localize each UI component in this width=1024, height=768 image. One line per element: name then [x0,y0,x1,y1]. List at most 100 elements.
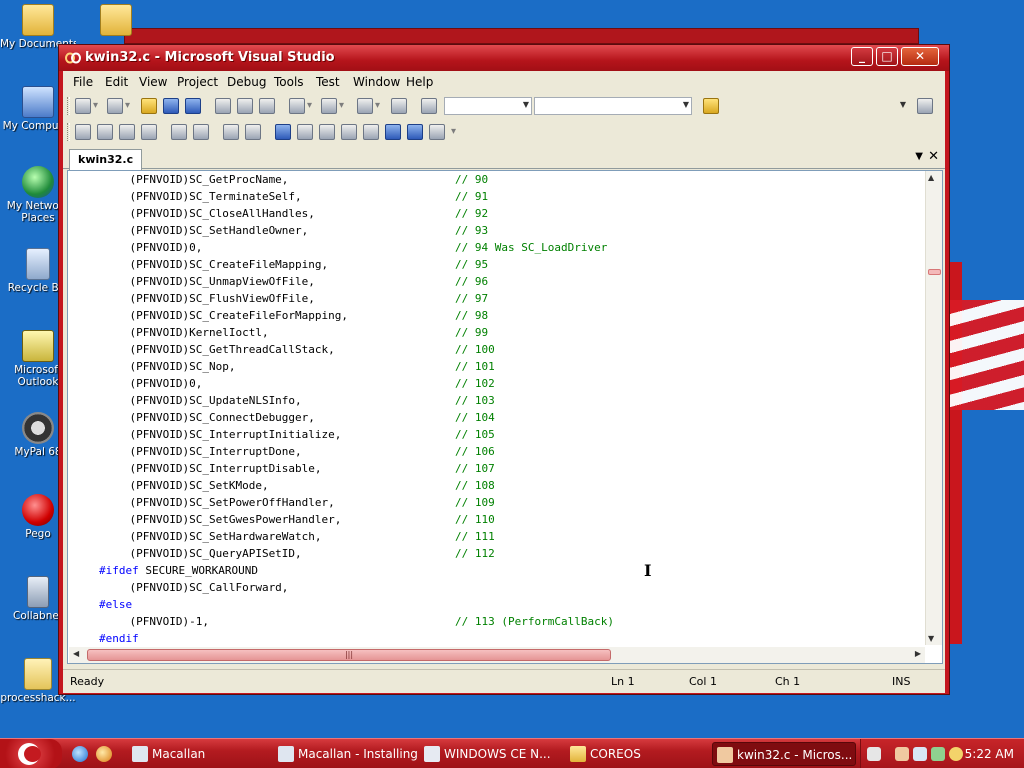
keyboard-icon[interactable] [867,747,881,761]
next-bookmark-document-icon[interactable] [407,124,423,140]
previous-bookmark-folder-icon[interactable] [341,124,357,140]
close-button[interactable]: ✕ [901,47,939,66]
comment-lines-icon[interactable] [223,124,239,140]
save-icon[interactable] [163,98,179,114]
maximize-button[interactable]: □ [876,47,898,66]
open-folder-icon[interactable] [141,98,157,114]
tab-kwin32-c[interactable]: kwin32.c [69,149,143,170]
chevron-down-icon[interactable]: ▾ [307,100,319,112]
previous-bookmark-document-icon[interactable] [385,124,401,140]
code-line: (PFNVOID)SC_InterruptDisable, [103,460,321,477]
chevron-down-icon[interactable]: ▼ [915,151,923,162]
find-dropdown[interactable]: ▼ [723,97,909,115]
find-in-files-icon[interactable] [703,98,719,114]
code-text: (PFNVOID)SC_InterruptDone, [103,445,302,458]
visual-studio-window[interactable]: kwin32.c - Microsoft Visual Studio _ □ ✕… [58,44,950,695]
recycle-bin-icon [26,248,50,280]
menu-view[interactable]: View [139,75,167,89]
copy-icon[interactable] [237,98,253,114]
previous-bookmark-icon[interactable] [297,124,313,140]
display-object-member-list-icon[interactable] [75,124,91,140]
menu-tools[interactable]: Tools [274,75,304,89]
taskbar-item-kwin32-visual-studio[interactable]: kwin32.c - Micros... [712,742,856,766]
visual-studio-tray-icon[interactable] [895,747,909,761]
complete-word-icon[interactable] [141,124,157,140]
quick-info-icon[interactable] [119,124,135,140]
code-line: (PFNVOID)SC_CreateFileMapping, [103,256,328,273]
clear-bookmarks-icon[interactable] [429,124,445,140]
navigate-backward-icon[interactable] [357,98,373,114]
firefox-icon[interactable] [96,746,112,762]
solution-configuration-dropdown[interactable]: ▼ [444,97,532,115]
minimize-button[interactable]: _ [851,47,873,66]
toolbar-grip[interactable] [67,123,70,141]
cut-icon[interactable] [215,98,231,114]
solution-platform-dropdown[interactable]: ▼ [534,97,692,115]
chevron-down-icon[interactable]: ▾ [375,100,387,112]
start-debugging-icon[interactable] [421,98,437,114]
undo-icon[interactable] [289,98,305,114]
taskbar-item-windows-ce[interactable]: WINDOWS CE N... [420,742,564,766]
horizontal-scrollbar[interactable]: ◀ ||| ▶ [69,647,925,663]
vertical-scroll-thumb[interactable] [928,269,941,275]
new-project-icon[interactable] [75,98,91,114]
desktop-icon-folder[interactable] [78,4,154,38]
scroll-left-icon[interactable]: ◀ [73,649,79,658]
taskbar-item-label: Macallan [152,747,206,761]
network-tool-icon [27,576,49,608]
redo-icon[interactable] [321,98,337,114]
scroll-up-icon[interactable]: ▲ [928,173,934,182]
taskbar-item-macallan[interactable]: Macallan [128,742,272,766]
next-bookmark-folder-icon[interactable] [363,124,379,140]
code-text: (PFNVOID)SC_QueryAPISetID, [103,547,302,560]
chevron-down-icon[interactable]: ▾ [93,100,105,112]
solution-explorer-icon[interactable] [917,98,933,114]
search-icon[interactable] [949,747,963,761]
navigate-forward-icon[interactable] [391,98,407,114]
decrease-indent-icon[interactable] [171,124,187,140]
toolbar-grip[interactable] [67,97,70,115]
background-window-titlebar[interactable] [124,28,919,44]
code-text-area[interactable]: (PFNVOID)SC_GetProcName, // 90 (PFNVOID)S… [69,171,925,645]
add-item-icon[interactable] [107,98,123,114]
toolbar-options-icon[interactable]: ▾ [451,126,463,138]
taskbar-item-macallan-installing[interactable]: Macallan - Installing [274,742,418,766]
menu-project[interactable]: Project [177,75,218,89]
start-button[interactable] [0,739,62,768]
paste-icon[interactable] [259,98,275,114]
scroll-down-icon[interactable]: ▼ [928,634,934,643]
menu-test[interactable]: Test [316,75,340,89]
code-text: (PFNVOID)SC_TerminateSelf, [103,190,302,203]
toggle-bookmark-icon[interactable] [275,124,291,140]
chevron-down-icon[interactable]: ▾ [339,100,351,112]
scroll-right-icon[interactable]: ▶ [915,649,921,658]
code-line: (PFNVOID)0, [103,239,202,256]
close-icon[interactable]: ✕ [928,149,939,164]
code-editor[interactable]: (PFNVOID)SC_GetProcName, // 90 (PFNVOID)S… [67,170,943,664]
sync-icon[interactable] [931,747,945,761]
horizontal-scroll-thumb[interactable]: ||| [87,649,611,661]
code-line: (PFNVOID)SC_ConnectDebugger, [103,409,314,426]
code-comment: // 93 [455,224,489,237]
menu-edit[interactable]: Edit [105,75,128,89]
taskbar-item-label: COREOS [590,747,641,761]
vertical-scrollbar[interactable]: ▲ ▼ [925,171,942,645]
menu-debug[interactable]: Debug [227,75,266,89]
increase-indent-icon[interactable] [193,124,209,140]
menu-window[interactable]: Window [353,75,400,89]
menu-file[interactable]: File [73,75,93,89]
parameter-info-icon[interactable] [97,124,113,140]
next-bookmark-icon[interactable] [319,124,335,140]
taskbar-item-coreos[interactable]: COREOS [566,742,710,766]
window-titlebar[interactable]: kwin32.c - Microsoft Visual Studio _ □ ✕ [59,45,949,71]
save-all-icon[interactable] [185,98,201,114]
internet-explorer-icon[interactable] [72,746,88,762]
code-comment: // 108 [455,479,495,492]
code-comment: // 97 [455,292,489,305]
code-line: (PFNVOID)SC_CallForward, [103,579,288,596]
menu-help[interactable]: Help [406,75,433,89]
uncomment-lines-icon[interactable] [245,124,261,140]
network-icon[interactable] [913,747,927,761]
clock[interactable]: 5:22 AM [965,747,1014,761]
chevron-down-icon[interactable]: ▾ [125,100,137,112]
